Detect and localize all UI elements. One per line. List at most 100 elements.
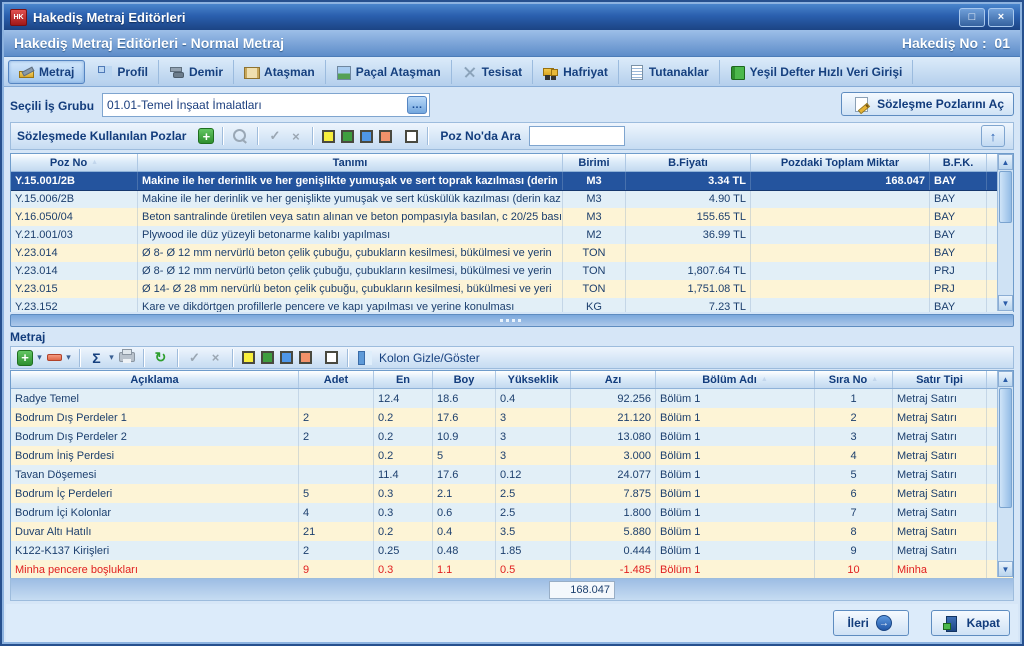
cell-tanim[interactable]: Ø 8- Ø 12 mm nervürlü beton çelik çubuğu…	[138, 244, 563, 262]
cell-poz_no[interactable]: Y.23.014	[11, 262, 138, 280]
work-group-combo[interactable]: 01.01-Temel İnşaat İmalatları …	[102, 93, 430, 117]
cell-adet[interactable]	[299, 389, 374, 408]
column-header-toplam-miktar[interactable]: Pozdaki Toplam Miktar	[751, 154, 930, 171]
cell-miktar[interactable]	[751, 244, 930, 262]
cell-bolum[interactable]: Bölüm 1	[656, 446, 815, 465]
cell-bfk[interactable]: PRJ	[930, 280, 987, 298]
remove-row-dropdown-icon[interactable]: ▾	[64, 349, 73, 366]
cell-yukseklik[interactable]: 0.5	[496, 560, 571, 579]
cell-fiyat[interactable]: 4.90 TL	[626, 190, 751, 208]
cell-tanim[interactable]: Plywood ile düz yüzeyli betonarme kalıbı…	[138, 226, 563, 244]
column-header-en[interactable]: En	[374, 371, 433, 388]
table-row[interactable]: K122-K137 Kirişleri20.250.481.850.444Böl…	[11, 541, 1013, 560]
cell-adet[interactable]: 4	[299, 503, 374, 522]
cell-bfk[interactable]: BAY	[930, 298, 987, 312]
cell-poz_no[interactable]: Y.15.006/2B	[11, 190, 138, 208]
cell-bfk[interactable]: BAY	[930, 244, 987, 262]
table-row[interactable]: Y.16.050/04Beton santralinde üretilen ve…	[11, 208, 1013, 226]
column-header-poz-no[interactable]: Poz No▲	[11, 154, 138, 171]
cell-sira[interactable]: 2	[815, 408, 893, 427]
cell-adet[interactable]: 2	[299, 408, 374, 427]
column-header-aciklama[interactable]: Açıklama	[11, 371, 299, 388]
cell-birim[interactable]: TON	[563, 244, 626, 262]
cell-boy[interactable]: 17.6	[433, 465, 496, 484]
table-row[interactable]: Y.15.001/2BMakine ile her derinlik ve he…	[11, 172, 1013, 190]
sum-dropdown-icon[interactable]: ▾	[107, 349, 116, 366]
cell-tip[interactable]: Metraj Satırı	[893, 465, 987, 484]
cell-adet[interactable]: 9	[299, 560, 374, 579]
cell-birim[interactable]: M3	[563, 172, 626, 190]
cell-aciklama[interactable]: Bodrum İçi Kolonlar	[11, 503, 299, 522]
cell-poz_no[interactable]: Y.16.050/04	[11, 208, 138, 226]
cell-poz_no[interactable]: Y.21.001/03	[11, 226, 138, 244]
cell-poz_no[interactable]: Y.15.001/2B	[11, 172, 138, 190]
cell-boy[interactable]: 10.9	[433, 427, 496, 446]
cell-tanim[interactable]: Ø 14- Ø 28 mm nervürlü beton çelik çubuğ…	[138, 280, 563, 298]
cell-azi[interactable]: 3.000	[571, 446, 656, 465]
cell-yukseklik[interactable]: 0.12	[496, 465, 571, 484]
cancel-icon[interactable]: ×	[287, 128, 304, 145]
color-swatch[interactable]	[360, 130, 373, 143]
cell-adet[interactable]: 5	[299, 484, 374, 503]
cell-birim[interactable]: KG	[563, 298, 626, 312]
cell-bolum[interactable]: Bölüm 1	[656, 484, 815, 503]
cell-bolum[interactable]: Bölüm 1	[656, 389, 815, 408]
column-header-birimi[interactable]: Birimi	[563, 154, 626, 171]
cell-boy[interactable]: 17.6	[433, 408, 496, 427]
confirm-icon[interactable]: ✓	[266, 128, 283, 145]
table-row[interactable]: Tavan Döşemesi11.417.60.1224.077Bölüm 15…	[11, 465, 1013, 484]
cell-adet[interactable]: 21	[299, 522, 374, 541]
cell-tanim[interactable]: Kare ve dikdörtgen profillerle pencere v…	[138, 298, 563, 312]
cell-yukseklik[interactable]: 3	[496, 446, 571, 465]
cell-fiyat[interactable]: 1,807.64 TL	[626, 262, 751, 280]
cell-azi[interactable]: 5.880	[571, 522, 656, 541]
table-row[interactable]: Y.23.014Ø 8- Ø 12 mm nervürlü beton çeli…	[11, 244, 1013, 262]
cell-miktar[interactable]	[751, 208, 930, 226]
cell-tip[interactable]: Metraj Satırı	[893, 503, 987, 522]
cell-miktar[interactable]: 168.047	[751, 172, 930, 190]
tab-demir[interactable]: Demir	[159, 60, 234, 84]
cell-miktar[interactable]	[751, 226, 930, 244]
cell-tip[interactable]: Metraj Satırı	[893, 522, 987, 541]
cell-boy[interactable]: 0.48	[433, 541, 496, 560]
cell-aciklama[interactable]: K122-K137 Kirişleri	[11, 541, 299, 560]
cell-tip[interactable]: Metraj Satırı	[893, 389, 987, 408]
cell-en[interactable]: 0.3	[374, 484, 433, 503]
table-row[interactable]: Bodrum İçi Kolonlar40.30.62.51.800Bölüm …	[11, 503, 1013, 522]
color-swatch[interactable]	[242, 351, 255, 364]
cell-tip[interactable]: Metraj Satırı	[893, 484, 987, 503]
cell-boy[interactable]: 18.6	[433, 389, 496, 408]
cell-boy[interactable]: 0.6	[433, 503, 496, 522]
color-swatch[interactable]	[261, 351, 274, 364]
cell-aciklama[interactable]: Bodrum İç Perdeleri	[11, 484, 299, 503]
table-row[interactable]: Y.23.152Kare ve dikdörtgen profillerle p…	[11, 298, 1013, 312]
cell-bolum[interactable]: Bölüm 1	[656, 503, 815, 522]
color-swatch[interactable]	[405, 130, 418, 143]
tab-pa-al-ata-man[interactable]: Paçal Ataşman	[326, 60, 452, 84]
cell-adet[interactable]: 2	[299, 427, 374, 446]
column-header-tanimi[interactable]: Tanımı	[138, 154, 563, 171]
cell-boy[interactable]: 0.4	[433, 522, 496, 541]
cell-bfk[interactable]: BAY	[930, 226, 987, 244]
cell-en[interactable]: 11.4	[374, 465, 433, 484]
confirm-icon[interactable]: ✓	[186, 349, 203, 366]
remove-row-icon[interactable]	[46, 350, 62, 366]
cell-aciklama[interactable]: Tavan Döşemesi	[11, 465, 299, 484]
column-header-adet[interactable]: Adet	[299, 371, 374, 388]
cell-sira[interactable]: 10	[815, 560, 893, 579]
cell-fiyat[interactable]: 155.65 TL	[626, 208, 751, 226]
cell-sira[interactable]: 3	[815, 427, 893, 446]
cell-sira[interactable]: 9	[815, 541, 893, 560]
cell-birim[interactable]: TON	[563, 280, 626, 298]
cell-birim[interactable]: M2	[563, 226, 626, 244]
column-header-azi[interactable]: Azı	[571, 371, 656, 388]
cell-tanim[interactable]: Makine ile her derinlik ve her genişlikt…	[138, 172, 563, 190]
cell-miktar[interactable]	[751, 190, 930, 208]
cell-poz_no[interactable]: Y.23.014	[11, 244, 138, 262]
maximize-button[interactable]: □	[959, 8, 985, 27]
cell-azi[interactable]: 1.800	[571, 503, 656, 522]
search-icon[interactable]	[231, 128, 249, 145]
table-row[interactable]: Bodrum Dış Perdeler 220.210.9313.080Bölü…	[11, 427, 1013, 446]
print-icon[interactable]	[118, 349, 135, 366]
cell-aciklama[interactable]: Radye Temel	[11, 389, 299, 408]
